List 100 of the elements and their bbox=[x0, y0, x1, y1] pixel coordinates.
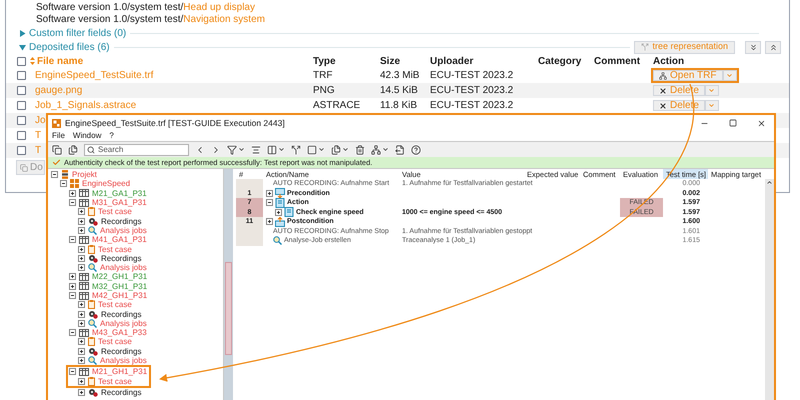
tree-item[interactable]: M42_GH1_P31 bbox=[92, 291, 148, 300]
collapse-icon[interactable] bbox=[69, 329, 76, 336]
expand-icon[interactable] bbox=[266, 190, 273, 197]
checkbox[interactable] bbox=[17, 86, 26, 95]
expand-icon[interactable] bbox=[69, 282, 76, 290]
sort-icon[interactable] bbox=[30, 57, 35, 65]
tree-representation-button[interactable]: tree representation bbox=[634, 40, 735, 54]
open-trf-button[interactable]: Open TRF bbox=[653, 70, 722, 81]
file-link[interactable]: Job_1_Signals.astrace bbox=[35, 100, 136, 111]
scroll-up-icon[interactable] bbox=[766, 179, 773, 186]
file-link[interactable]: Jo bbox=[35, 115, 46, 126]
tree-item[interactable]: M43_GA1_P33 bbox=[92, 328, 147, 338]
align-center-icon[interactable] bbox=[251, 144, 261, 154]
collapse-icon[interactable] bbox=[60, 180, 67, 188]
expand-icon[interactable] bbox=[78, 310, 85, 318]
checkbox[interactable] bbox=[17, 146, 26, 155]
collapse-icon[interactable] bbox=[51, 171, 58, 178]
tree-item[interactable]: Analysis jobs bbox=[100, 356, 147, 366]
collapse-icon[interactable] bbox=[266, 199, 273, 206]
tree-item[interactable]: Test case bbox=[98, 207, 132, 216]
column-header[interactable]: File name bbox=[37, 54, 84, 68]
export-icon[interactable] bbox=[395, 144, 405, 154]
checkbox[interactable] bbox=[17, 71, 26, 80]
copy-icon[interactable] bbox=[331, 144, 349, 154]
file-type: TRF bbox=[313, 70, 332, 81]
tree-item[interactable]: Test case bbox=[98, 300, 132, 310]
collapse-icon[interactable] bbox=[69, 236, 76, 244]
help-icon[interactable] bbox=[411, 144, 421, 154]
version-link[interactable]: Head up display bbox=[183, 2, 255, 13]
window-icon[interactable] bbox=[307, 144, 325, 154]
expand-icon[interactable] bbox=[78, 338, 85, 346]
file-link[interactable]: T bbox=[35, 130, 42, 141]
menu-item[interactable]: File bbox=[52, 130, 65, 142]
tree-item[interactable]: M22_GH1_P31 bbox=[92, 272, 148, 282]
checkbox[interactable] bbox=[17, 116, 26, 125]
checkbox[interactable] bbox=[17, 101, 26, 110]
maximize-icon[interactable] bbox=[729, 119, 737, 127]
tree-item[interactable]: M31_GA1_P31 bbox=[92, 198, 147, 208]
expand-icon[interactable] bbox=[78, 264, 85, 272]
tree-item[interactable]: Recordings bbox=[101, 216, 142, 226]
menu-item[interactable]: Window bbox=[72, 130, 102, 142]
version-link[interactable]: Navigation system bbox=[183, 14, 265, 25]
expand-icon[interactable] bbox=[78, 348, 85, 355]
expand-icon[interactable] bbox=[78, 301, 85, 308]
collapse-icon[interactable] bbox=[69, 292, 76, 299]
file-link[interactable]: EngineSpeed_TestSuite.trf bbox=[35, 70, 154, 81]
expand-icon[interactable] bbox=[275, 208, 282, 216]
expand-icon[interactable] bbox=[78, 246, 85, 253]
collapse-all-button[interactable] bbox=[765, 40, 781, 54]
tree-item[interactable]: Recordings bbox=[101, 310, 142, 319]
double-chevron-down-icon bbox=[748, 42, 758, 52]
split-icon[interactable] bbox=[291, 144, 301, 154]
columns-icon[interactable] bbox=[267, 144, 285, 154]
tree-item[interactable]: Test case bbox=[98, 244, 132, 254]
tree-item[interactable]: Analysis jobs bbox=[100, 226, 147, 235]
menu-item[interactable]: ? bbox=[109, 130, 114, 142]
expand-icon[interactable] bbox=[78, 208, 85, 216]
collapse-icon[interactable] bbox=[69, 199, 76, 206]
expand-icon[interactable] bbox=[69, 273, 76, 280]
file-link[interactable]: gauge.png bbox=[35, 85, 82, 96]
tree-item[interactable]: Test case bbox=[98, 337, 132, 346]
collapse-icon[interactable] bbox=[69, 368, 76, 376]
search-field[interactable]: Search bbox=[84, 144, 189, 156]
tree-item[interactable]: M41_GA1_P31 bbox=[92, 235, 147, 244]
trash-icon[interactable] bbox=[355, 144, 365, 154]
tree-item[interactable]: M21_GA1_P31 bbox=[92, 188, 147, 198]
scrollbar[interactable] bbox=[765, 179, 774, 400]
checkbox[interactable] bbox=[17, 131, 26, 140]
expand-icon[interactable] bbox=[78, 218, 85, 225]
file-size: 11.8 KiB bbox=[380, 100, 418, 111]
close-icon[interactable] bbox=[757, 118, 766, 128]
expand-icon[interactable] bbox=[78, 226, 85, 234]
files-icon[interactable] bbox=[68, 144, 78, 154]
download-button[interactable]: Do bbox=[16, 160, 45, 175]
expand-icon[interactable] bbox=[266, 218, 273, 226]
file-link[interactable]: T bbox=[35, 145, 42, 156]
expand-icon[interactable] bbox=[78, 388, 85, 396]
expand-icon[interactable] bbox=[78, 320, 85, 327]
expand-all-button[interactable] bbox=[745, 40, 761, 54]
tree-item[interactable]: Recordings bbox=[101, 346, 142, 356]
checkbox[interactable] bbox=[17, 56, 26, 66]
expand-icon[interactable] bbox=[78, 357, 85, 364]
section-toggle[interactable]: Deposited files (6) bbox=[19, 40, 110, 54]
tree-item[interactable]: M32_GH1_P31 bbox=[92, 282, 148, 291]
expand-icon[interactable] bbox=[78, 378, 85, 385]
tree-item[interactable]: Test case bbox=[98, 376, 132, 386]
section-toggle[interactable]: Custom filter fields (0) bbox=[19, 26, 126, 41]
tree-item[interactable]: Projekt bbox=[72, 170, 97, 180]
tree-item[interactable]: M21_GH1_P31 bbox=[92, 367, 148, 376]
copy-icon[interactable] bbox=[52, 144, 62, 154]
tree-item[interactable]: Recordings bbox=[101, 388, 142, 397]
expand-icon[interactable] bbox=[69, 190, 76, 197]
filter-icon[interactable] bbox=[227, 144, 245, 154]
tree-item[interactable]: Recordings bbox=[101, 254, 142, 263]
tree-item[interactable]: Analysis jobs bbox=[100, 263, 147, 272]
table-icon bbox=[79, 282, 89, 290]
tree-item[interactable]: EngineSpeed bbox=[82, 179, 130, 188]
tree-item[interactable]: Analysis jobs bbox=[100, 318, 147, 328]
nodes-icon[interactable] bbox=[371, 144, 389, 154]
expand-icon[interactable] bbox=[78, 254, 85, 262]
